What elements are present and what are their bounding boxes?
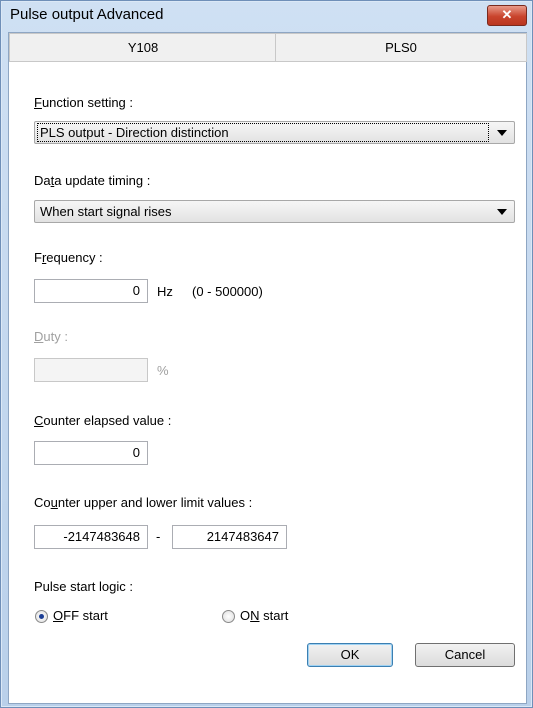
dialog-body: Y108 PLS0 Function setting : PLS output … — [8, 32, 527, 704]
frequency-label: Frequency : — [34, 250, 103, 265]
counter-elapsed-label: Counter elapsed value : — [34, 413, 172, 428]
function-setting-select[interactable]: PLS output - Direction distinction — [34, 121, 515, 144]
chevron-down-icon — [497, 130, 507, 136]
header-tabs: Y108 PLS0 — [9, 33, 527, 62]
duty-input — [34, 358, 148, 382]
frequency-unit: Hz — [157, 284, 173, 299]
radio-selected-dot — [39, 614, 44, 619]
counter-upper-limit-input[interactable]: 2147483647 — [172, 525, 287, 549]
window-title: Pulse output Advanced — [10, 6, 164, 23]
frequency-range: (0 - 500000) — [192, 284, 263, 299]
close-icon: ✕ — [501, 7, 513, 22]
chevron-down-icon — [497, 209, 507, 215]
function-setting-value: PLS output - Direction distinction — [37, 123, 489, 142]
duty-unit: % — [157, 363, 169, 378]
frequency-input[interactable]: 0 — [34, 279, 148, 303]
duty-label: Duty : — [34, 329, 68, 344]
counter-limits-separator: - — [156, 529, 161, 544]
on-start-radio[interactable] — [222, 610, 235, 623]
off-start-label[interactable]: OFF start — [53, 608, 108, 623]
tab-pls0[interactable]: PLS0 — [275, 33, 527, 62]
close-button[interactable]: ✕ — [487, 5, 527, 26]
function-setting-label: Function setting : — [34, 95, 134, 110]
counter-lower-limit-input[interactable]: -2147483648 — [34, 525, 148, 549]
dialog-window: Pulse output Advanced ✕ Y108 PLS0 Functi… — [0, 0, 533, 708]
data-update-timing-value: When start signal rises — [40, 204, 172, 219]
pulse-start-logic-label: Pulse start logic : — [34, 579, 133, 594]
tab-y108[interactable]: Y108 — [9, 33, 277, 62]
title-bar[interactable]: Pulse output Advanced ✕ — [1, 1, 532, 29]
data-update-timing-label: Data update timing : — [34, 173, 151, 188]
counter-limits-label: Counter upper and lower limit values : — [34, 495, 253, 510]
data-update-timing-select[interactable]: When start signal rises — [34, 200, 515, 223]
ok-button[interactable]: OK — [307, 643, 393, 667]
cancel-button[interactable]: Cancel — [415, 643, 515, 667]
on-start-label[interactable]: ON start — [240, 608, 288, 623]
counter-elapsed-input[interactable]: 0 — [34, 441, 148, 465]
off-start-radio[interactable] — [35, 610, 48, 623]
